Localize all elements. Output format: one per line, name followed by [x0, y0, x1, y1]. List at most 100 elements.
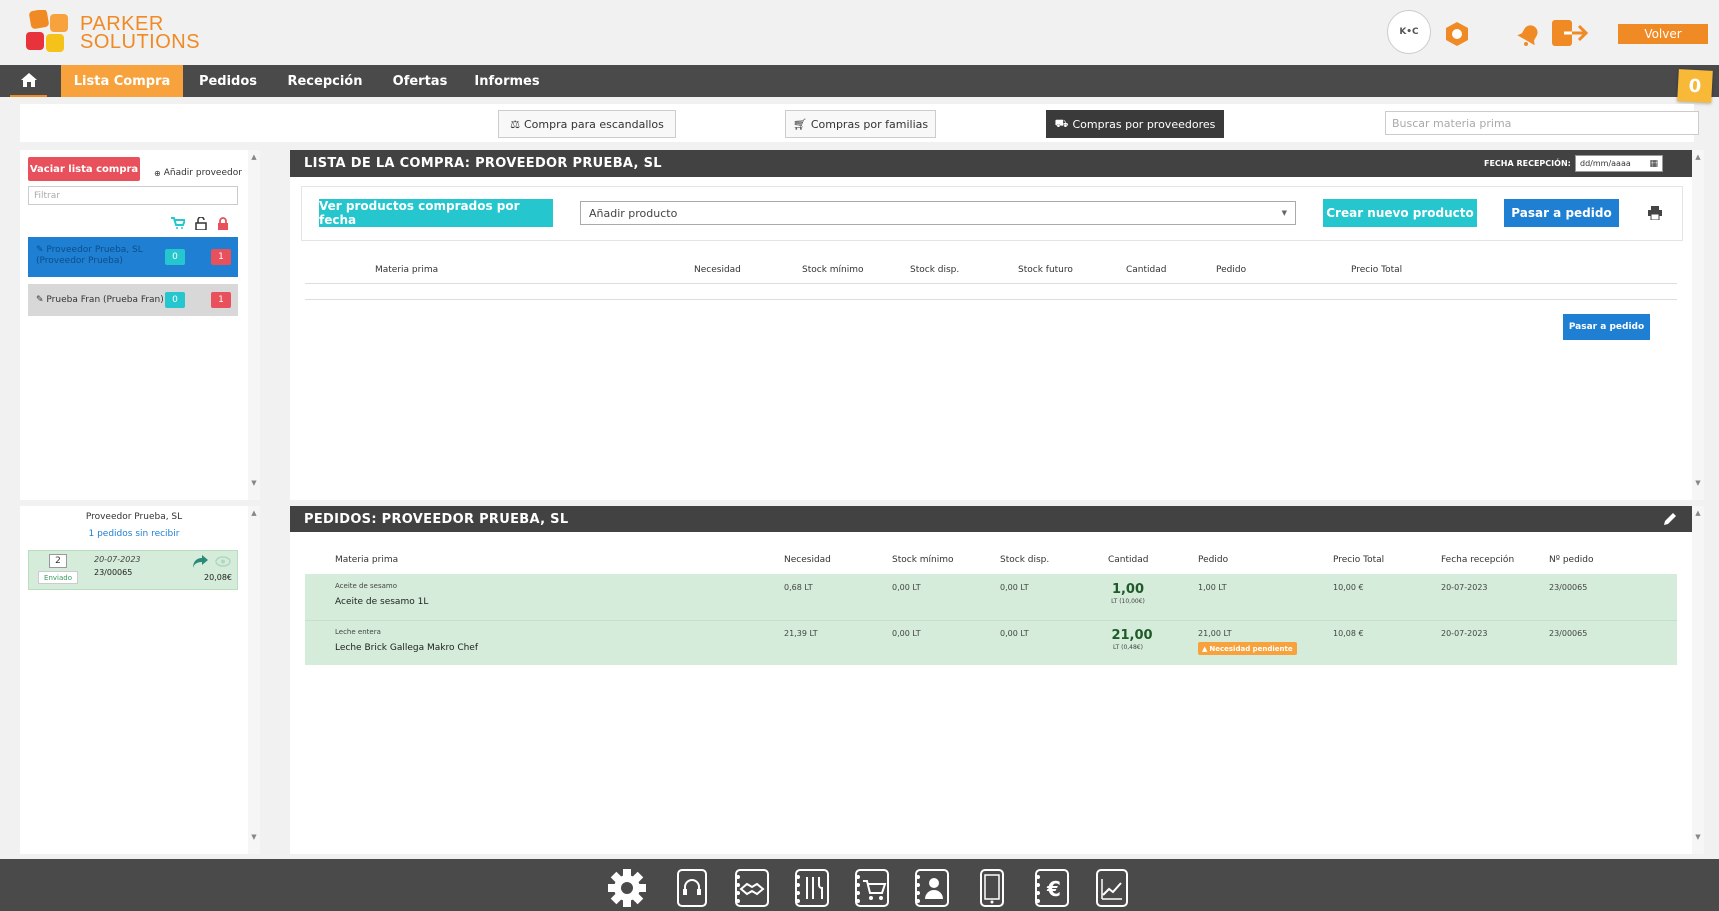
- row-pedido: 1,00 LT: [1198, 583, 1227, 592]
- provider-name: ✎ Proveedor Prueba, SL (Proveedor Prueba…: [36, 245, 143, 266]
- row-subname: Leche entera: [335, 628, 381, 636]
- bell-icon[interactable]: [1515, 21, 1543, 49]
- row-numero: 23/00065: [1549, 583, 1588, 592]
- row-precio: 10,08 €: [1333, 629, 1364, 638]
- col-precio-total: Precio Total: [1351, 265, 1403, 275]
- cart-filter-icon[interactable]: [171, 217, 185, 229]
- provider-list-scrollbar[interactable]: ▲ ▼: [248, 150, 260, 500]
- brand-name-line2: SOLUTIONS: [80, 31, 201, 53]
- edit-icon[interactable]: [1664, 512, 1677, 525]
- anadir-producto-select[interactable]: Añadir producto ▼: [580, 201, 1296, 225]
- col-necesidad: Necesidad: [784, 555, 831, 565]
- col-numero-pedido: Nº pedido: [1549, 555, 1594, 565]
- col-stock-minimo: Stock mínimo: [892, 555, 954, 565]
- filter-input[interactable]: Filtrar: [28, 186, 238, 205]
- volver-button[interactable]: Volver: [1618, 24, 1708, 44]
- provider-name: ✎ Prueba Fran (Prueba Fran): [36, 295, 164, 305]
- orders-provider-name: Proveedor Prueba, SL: [85, 512, 183, 522]
- nav-recepcion[interactable]: Recepción: [284, 65, 366, 97]
- row-name: Leche Brick Gallega Makro Chef: [335, 643, 479, 653]
- tab-label: Compras por familias: [810, 117, 929, 131]
- eye-icon[interactable]: [215, 556, 231, 567]
- pedidos-scrollbar[interactable]: ▲ ▼: [1692, 506, 1704, 854]
- pasar-pedido-small-button[interactable]: Pasar a pedido: [1563, 314, 1650, 340]
- nav-ofertas[interactable]: Ofertas: [388, 65, 452, 97]
- hexagon-icon[interactable]: [1442, 19, 1472, 49]
- table-row[interactable]: [305, 574, 1677, 620]
- col-necesidad: Necesidad: [694, 265, 741, 275]
- tab-compra-escandallos[interactable]: ⚖ Compra para escandallos: [498, 110, 676, 138]
- tab-label: Compra para escandallos: [523, 117, 664, 131]
- user-avatar[interactable]: K•C: [1387, 10, 1431, 54]
- settings-icon[interactable]: [605, 868, 649, 908]
- truck-icon: ⛟: [1054, 116, 1069, 130]
- divider: [305, 283, 1677, 284]
- divider: [305, 299, 1677, 300]
- nav-pedidos[interactable]: Pedidos: [194, 65, 262, 97]
- mobile-icon[interactable]: [975, 868, 1009, 908]
- print-icon[interactable]: [1648, 206, 1662, 220]
- avatar-text: K•C: [1399, 27, 1419, 37]
- tab-compras-familias[interactable]: 🛒︎ Compras por familias: [785, 110, 936, 138]
- nav-home[interactable]: [10, 65, 47, 97]
- row-cantidad[interactable]: 21,00: [1108, 628, 1156, 643]
- pending-orders-link[interactable]: 1 pedidos sin recibir: [20, 529, 248, 539]
- parker-logo-icon: [26, 10, 68, 52]
- col-stock-disp: Stock disp.: [910, 265, 960, 275]
- provider-item[interactable]: ✎ Prueba Fran (Prueba Fran): [28, 284, 238, 316]
- tab-compras-proveedores[interactable]: ⛟ Compras por proveedores: [1046, 110, 1224, 138]
- row-stock-disp: 0,00 LT: [1000, 583, 1029, 592]
- col-pedido: Pedido: [1216, 265, 1247, 275]
- chart-icon[interactable]: [1095, 868, 1129, 908]
- table-row[interactable]: [305, 620, 1677, 665]
- fecha-recepcion-input[interactable]: dd/mm/aaaa ▦: [1575, 155, 1663, 172]
- unlock-icon[interactable]: [195, 217, 207, 230]
- filter-icons: [171, 217, 229, 230]
- vaciar-lista-button[interactable]: Vaciar lista compra: [28, 157, 140, 181]
- order-date: 20-07-2023: [94, 555, 141, 564]
- orders-summary-scrollbar[interactable]: ▲ ▼: [248, 506, 260, 854]
- provider-name-text: Prueba Fran (Prueba Fran): [46, 295, 164, 305]
- col-pedido: Pedido: [1198, 555, 1229, 565]
- logout-icon[interactable]: [1550, 17, 1590, 49]
- notification-badge[interactable]: 0: [1677, 69, 1713, 103]
- menu-icon[interactable]: [795, 868, 829, 908]
- col-fecha-recepcion: Fecha recepción: [1441, 555, 1515, 565]
- nav-informes[interactable]: Informes: [474, 65, 540, 97]
- contacts-icon[interactable]: [915, 868, 949, 908]
- pasar-pedido-button[interactable]: Pasar a pedido: [1504, 199, 1619, 227]
- provider-item-active[interactable]: ✎ Proveedor Prueba, SL (Proveedor Prueba…: [28, 237, 238, 277]
- lista-scrollbar[interactable]: ▲ ▼: [1692, 150, 1704, 500]
- necesidad-pendiente-badge: ▲ Necesidad pendiente: [1198, 642, 1297, 655]
- order-status-badge: Enviado: [38, 571, 78, 584]
- provider-count-b: 1: [211, 249, 231, 265]
- euro-icon[interactable]: €: [1035, 868, 1069, 908]
- ver-productos-button[interactable]: Ver productos comprados por fecha: [319, 199, 553, 227]
- row-numero: 23/00065: [1549, 629, 1588, 638]
- anadir-proveedor-link[interactable]: ⊕ Añadir proveedor: [154, 168, 242, 178]
- handshake-icon[interactable]: [735, 868, 769, 908]
- row-fecha: 20-07-2023: [1441, 629, 1488, 638]
- cart-icon: 🛒︎: [792, 117, 807, 131]
- plus-circle-icon: ⊕: [154, 168, 161, 178]
- row-precio: 10,00 €: [1333, 583, 1364, 592]
- support-icon[interactable]: [675, 868, 709, 908]
- pedidos-header: PEDIDOS: PROVEEDOR PRUEBA, SL: [290, 506, 1692, 532]
- lock-icon[interactable]: [217, 217, 229, 230]
- lista-title: LISTA DE LA COMPRA: PROVEEDOR PRUEBA, SL: [304, 156, 662, 171]
- col-precio-total: Precio Total: [1333, 555, 1385, 565]
- search-input[interactable]: Buscar materia prima: [1385, 111, 1699, 135]
- crear-producto-button[interactable]: Crear nuevo producto: [1323, 199, 1477, 227]
- row-cantidad[interactable]: 1,00: [1108, 582, 1148, 597]
- row-necesidad: 0,68 LT: [784, 583, 813, 592]
- nav-lista-compra[interactable]: Lista Compra: [61, 65, 183, 97]
- order-number: 23/00065: [94, 568, 133, 577]
- col-materia-prima: Materia prima: [335, 555, 399, 565]
- anadir-label: Añadir proveedor: [163, 168, 242, 178]
- cart-icon[interactable]: [855, 868, 889, 908]
- row-subname: Aceite de sesamo: [335, 582, 398, 590]
- main-nav: Lista Compra Pedidos Recepción Ofertas I…: [0, 65, 1719, 97]
- fecha-placeholder: dd/mm/aaaa: [1580, 159, 1631, 168]
- share-icon[interactable]: [193, 555, 208, 568]
- select-value: Añadir producto: [589, 206, 678, 220]
